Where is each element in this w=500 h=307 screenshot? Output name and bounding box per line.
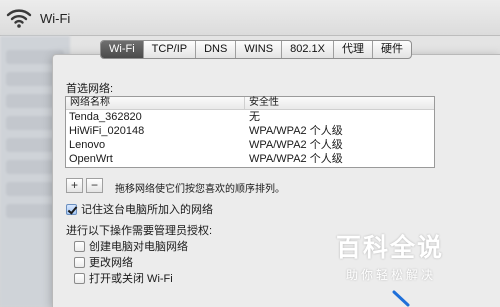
remove-network-button[interactable]: − (86, 178, 103, 193)
tab-wifi[interactable]: Wi-Fi (101, 41, 144, 58)
create-adhoc-option[interactable]: 创建电脑对电脑网络 (74, 238, 188, 254)
column-network-name[interactable]: 网络名称 (66, 97, 244, 109)
network-security: 无 (249, 111, 260, 123)
tab-hardware[interactable]: 硬件 (373, 41, 411, 58)
network-name: Lenovo (69, 139, 106, 151)
table-row[interactable]: OpenWrt WPA/WPA2 个人级 (66, 152, 434, 166)
arrow-icon (392, 290, 410, 307)
network-name: Tenda_362820 (69, 111, 142, 123)
wifi-icon (6, 9, 32, 28)
table-row[interactable]: HiWiFi_020148 WPA/WPA2 个人级 (66, 124, 434, 138)
add-network-button[interactable]: + (66, 178, 83, 193)
network-security: WPA/WPA2 个人级 (249, 139, 343, 151)
remember-networks-label: 记住这台电脑所加入的网络 (81, 204, 213, 216)
network-name: OpenWrt (69, 153, 113, 165)
tab-proxy[interactable]: 代理 (334, 41, 373, 58)
tab-bar: Wi-Fi TCP/IP DNS WINS 802.1X 代理 硬件 (100, 40, 412, 59)
preferred-networks-label: 首选网络: (66, 83, 114, 95)
toggle-wifi-checkbox[interactable] (74, 272, 85, 284)
tab-dns[interactable]: DNS (196, 41, 237, 58)
toggle-wifi-label: 打开或关闭 Wi-Fi (89, 273, 173, 285)
watermark: 百科全说 助你轻松解决 (336, 228, 486, 283)
tab-wins[interactable]: WINS (236, 41, 283, 58)
change-networks-option[interactable]: 更改网络 (74, 254, 133, 270)
network-security: WPA/WPA2 个人级 (249, 153, 343, 165)
table-row[interactable]: Tenda_362820 无 (66, 110, 434, 124)
window-header: Wi-Fi (6, 4, 70, 32)
tab-8021x[interactable]: 802.1X (282, 41, 334, 58)
toggle-wifi-option[interactable]: 打开或关闭 Wi-Fi (74, 270, 173, 286)
network-security: WPA/WPA2 个人级 (249, 125, 343, 137)
preferred-networks-table[interactable]: 网络名称 安全性 Tenda_362820 无 HiWiFi_020148 WP… (65, 96, 435, 168)
background-titlebar (0, 0, 500, 36)
admin-auth-label: 进行以下操作需要管理员授权: (66, 225, 213, 237)
network-name: HiWiFi_020148 (69, 125, 145, 137)
reorder-hint: 拖移网络使它们按您喜欢的顺序排列。 (115, 184, 285, 195)
watermark-title: 百科全说 (336, 233, 445, 262)
table-header: 网络名称 安全性 (66, 97, 434, 110)
remember-networks-checkbox[interactable] (66, 203, 77, 215)
tab-tcpip[interactable]: TCP/IP (144, 41, 197, 58)
window-title: Wi-Fi (40, 10, 71, 26)
change-networks-label: 更改网络 (89, 257, 133, 269)
create-adhoc-label: 创建电脑对电脑网络 (89, 241, 188, 253)
column-security[interactable]: 安全性 (244, 97, 434, 109)
remember-networks-option[interactable]: 记住这台电脑所加入的网络 (66, 201, 213, 217)
change-networks-checkbox[interactable] (74, 256, 85, 268)
watermark-subtitle: 助你轻松解决 (345, 268, 436, 282)
create-adhoc-checkbox[interactable] (74, 240, 85, 252)
table-row[interactable]: Lenovo WPA/WPA2 个人级 (66, 138, 434, 152)
